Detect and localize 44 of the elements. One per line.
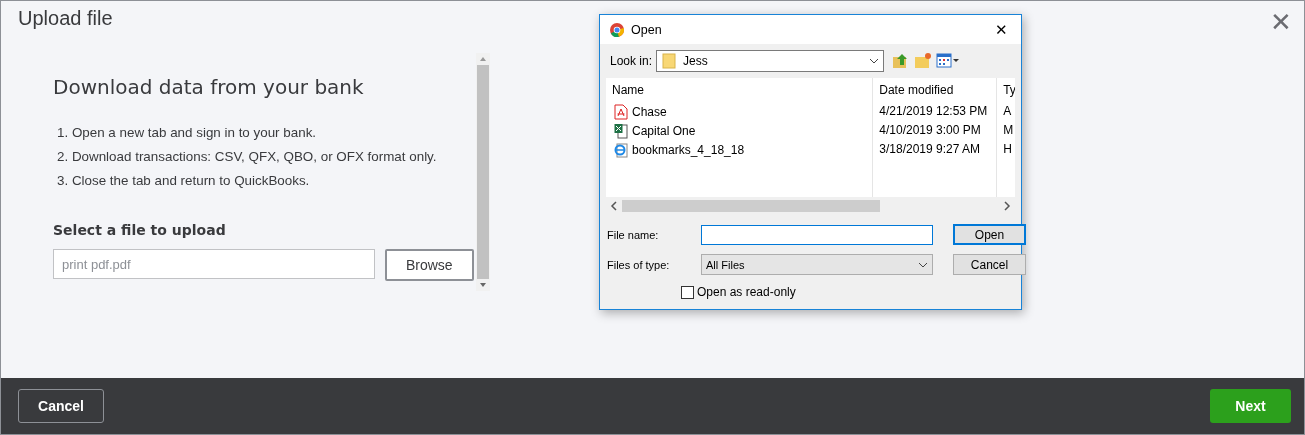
- spreadsheet-file-icon: [614, 122, 628, 139]
- browser-icon: [609, 21, 625, 38]
- date-cell-text: 4/21/2019 12:53 PM: [879, 103, 989, 120]
- close-button[interactable]: ✕: [981, 15, 1021, 44]
- file-name-field[interactable]: [701, 224, 933, 245]
- column-header[interactable]: Date modified: [879, 78, 997, 102]
- field-label: File name:: [607, 228, 660, 241]
- checkbox[interactable]: [681, 285, 694, 299]
- view-menu-icon[interactable]: [936, 53, 961, 69]
- type-cell-text: H: [1003, 141, 1013, 158]
- field-label: Select a file to upload: [53, 222, 227, 238]
- new-folder-icon[interactable]: [914, 52, 933, 70]
- cancel-button[interactable]: Cancel: [953, 254, 1026, 275]
- instruction-step: 1. Open a new tab and sign in to your bank.: [57, 125, 474, 140]
- cancel-button[interactable]: Cancel: [18, 389, 104, 423]
- column-header[interactable]: Name: [606, 78, 873, 102]
- date-cell-text: 3/18/2019 9:27 AM: [879, 141, 982, 158]
- file-item[interactable]: Chase: [606, 102, 873, 121]
- open-button[interactable]: Open: [953, 224, 1026, 245]
- instruction-step: 2. Download transactions: CSV, QFX, QBO, or OFX format only.: [57, 149, 474, 164]
- look-in-label: Look in:: [610, 54, 653, 68]
- type-cell-text: M: [1003, 122, 1015, 139]
- folder-icon: [661, 53, 678, 69]
- column-header[interactable]: Ty: [1003, 78, 1015, 102]
- file-item[interactable]: Capital One: [606, 121, 873, 140]
- web-file-icon: [614, 141, 628, 158]
- chevron-down-icon: [918, 261, 928, 268]
- checkbox-label: Open as read-only: [697, 285, 796, 299]
- chevron-down-icon: [869, 58, 880, 64]
- file-item[interactable]: bookmarks_4_18_18: [606, 140, 873, 159]
- file-field[interactable]: print pdf.pdf: [53, 249, 375, 279]
- type-cell-text: A: [1003, 103, 1013, 120]
- section-heading: Download data from your bank: [53, 75, 365, 99]
- scrollbar[interactable]: [476, 53, 490, 291]
- dialog-title: Open: [631, 22, 663, 37]
- browse-button[interactable]: Browse: [384, 249, 474, 281]
- pdf-file-icon: [614, 103, 628, 120]
- date-cell-text: 4/10/2019 3:00 PM: [879, 122, 982, 139]
- file-type-dropdown[interactable]: All Files: [701, 254, 933, 275]
- page-title: Upload file: [18, 7, 113, 30]
- field-label: Files of type:: [607, 258, 671, 271]
- instruction-step: 3. Close the tab and return to QuickBooks.: [57, 173, 474, 188]
- close-button[interactable]: ✕: [1270, 7, 1292, 37]
- look-in-dropdown[interactable]: Jess: [656, 50, 885, 72]
